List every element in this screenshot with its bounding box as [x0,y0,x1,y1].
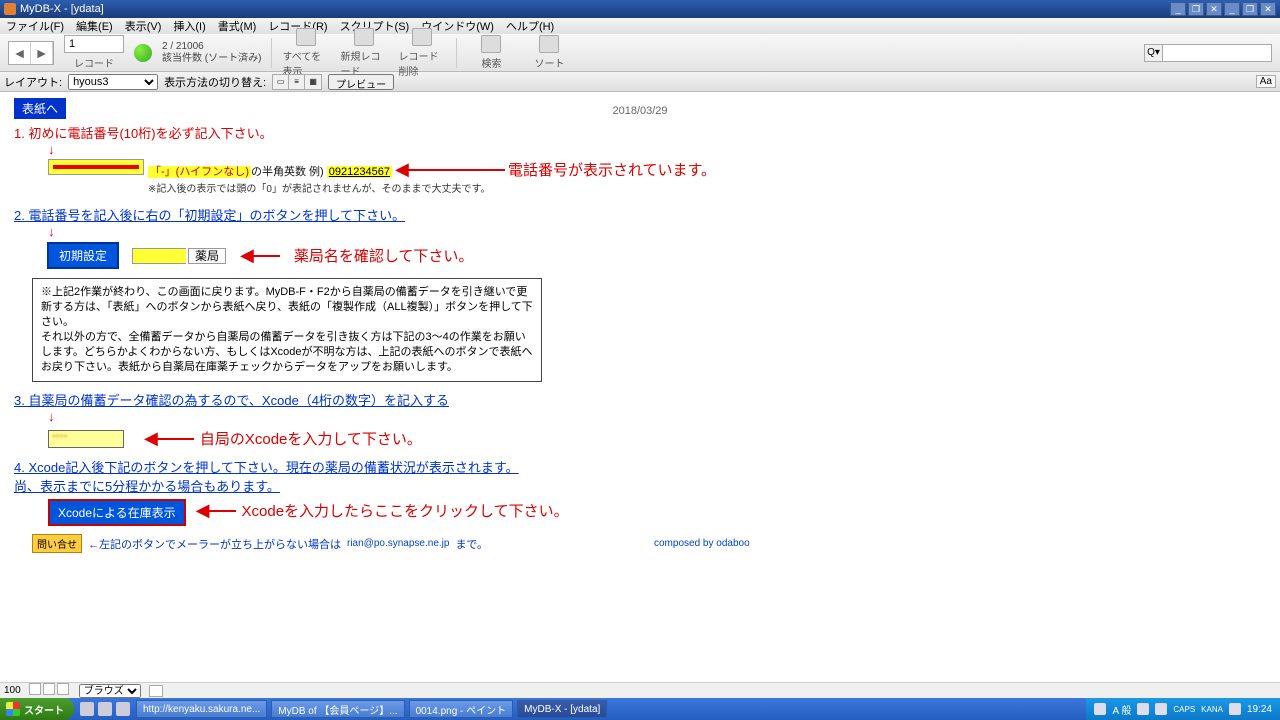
ql-icon[interactable] [80,702,94,716]
preview-button[interactable]: プレビュー [328,74,394,90]
record-number-input[interactable] [64,35,124,53]
tray-icon[interactable] [1137,703,1149,715]
phone-input[interactable] [48,159,144,175]
minimize-button[interactable]: _ [1170,2,1186,16]
record-label: レコード [74,55,114,70]
toolbar-divider [456,38,457,68]
windows-logo-icon [6,702,20,716]
lock-icon [149,685,163,697]
next-record-button[interactable]: ► [31,42,53,64]
annotation-click: Xcodeを入力したらここをクリックして下さい。 [242,500,569,521]
new-record-button[interactable]: 新規レコード [340,28,388,78]
mode-select[interactable]: ブラウズ [79,684,141,698]
view-switch-label: 表示方法の切り替え: [164,74,266,90]
menu-format[interactable]: 書式(M) [218,18,257,34]
search-input[interactable] [1162,44,1272,62]
instruction-box: ※上記2作業が終わり、この画面に戻ります。MyDB-F・F2から自薬局の備蓄デー… [32,278,542,382]
search-icon: Q▾ [1144,44,1162,62]
window-titlebar: MyDB-X - [ydata] _ ❐ ✕ _ ❐ ✕ [0,0,1280,18]
zoom-controls[interactable] [29,683,71,698]
inner-close-button[interactable]: ✕ [1260,2,1276,16]
inner-maximize-button[interactable]: ❐ [1242,2,1258,16]
phone-hint: 「-」(ハイフンなし)の半角英数 例) 0921234567 ◀ 電話番号が表示… [148,159,716,195]
prev-record-button[interactable]: ◄ [9,42,31,64]
tray-icon[interactable] [1094,703,1106,715]
ql-icon[interactable] [98,702,112,716]
toolbar: ◄ ► レコード 2 / 21006 該当件数 (ソート済み) すべてを表示 新… [0,34,1280,72]
date-label: 2018/03/29 [14,105,1266,117]
status-bar: 100 ブラウズ [0,682,1280,698]
cover-tab[interactable]: 表紙へ [14,98,66,119]
inquiry-note: ←左記のボタンでメーラーが立ち上がらない場合は [88,536,341,552]
annotation-phone: 電話番号が表示されています。 [508,162,716,179]
find-button[interactable]: 検索 [467,35,515,70]
toolbar-divider [271,38,272,68]
annotation-pharmacy: 薬局名を確認して下さい。 [294,245,474,266]
step-2: 2. 電話番号を記入後に右の「初期設定」のボタンを押して下さい。 [14,205,1266,224]
app-icon [4,3,16,15]
system-tray: A 般 CAPS KANA 19:24 [1086,698,1280,720]
step-4: 4. Xcode記入後下記のボタンを押して下さい。現在の薬局の備蓄状況が表示され… [14,457,524,495]
xcode-stock-button[interactable]: Xcodeによる在庫表示 [48,499,186,526]
layout-bar: レイアウト: hyous3 表示方法の切り替え: ▭ ≡ ▦ プレビュー Aa [0,72,1280,92]
maximize-button[interactable]: ❐ [1188,2,1204,16]
taskbar-item-active[interactable]: MyDB-X - [ydata] [517,700,607,718]
view-list-button[interactable]: ≡ [289,75,305,89]
composed-by: composed by odaboo [654,538,750,549]
start-button[interactable]: スタート [0,698,74,720]
taskbar-item[interactable]: 0014.png - ペイント [409,700,514,718]
content-area: 表紙へ 2018/03/29 1. 初めに電話番号(10桁)を必ず記入下さい。 … [0,92,1280,692]
text-format-button[interactable]: Aa [1256,75,1276,88]
layout-select[interactable]: hyous3 [68,74,158,90]
clock: 19:24 [1247,704,1272,715]
taskbar-item[interactable]: MyDB of 【会員ページ】... [271,700,404,718]
menu-insert[interactable]: 挿入(I) [173,18,205,34]
annotation-xcode: 自局のXcodeを入力して下さい。 [200,428,422,449]
ql-icon[interactable] [116,702,130,716]
menubar: ファイル(F) 編集(E) 表示(V) 挿入(I) 書式(M) レコード(R) … [0,18,1280,34]
view-toggle: ▭ ≡ ▦ [272,74,322,90]
step-1: 1. 初めに電話番号(10桁)を必ず記入下さい。 [14,123,1266,142]
inquiry-button[interactable]: 問い合せ [32,534,82,553]
record-status-icon [134,44,152,62]
caps-indicator: CAPS [1173,705,1195,714]
show-all-button[interactable]: すべてを表示 [282,28,330,78]
menu-file[interactable]: ファイル(F) [6,18,64,34]
pharmacy-name-field: 薬局 [132,248,226,264]
tray-icon[interactable] [1155,703,1167,715]
view-table-button[interactable]: ▦ [305,75,321,89]
menu-help[interactable]: ヘルプ(H) [506,18,554,34]
xcode-input[interactable]: **** [48,430,124,448]
arrow-down-icon: ↓ [48,142,1266,157]
menu-edit[interactable]: 編集(E) [76,18,113,34]
tray-icon[interactable] [1229,703,1241,715]
record-nav: ◄ ► [8,41,54,65]
step-3: 3. 自薬局の備蓄データ確認の為するので、Xcode（4桁の数字）を記入する [14,390,1266,409]
menu-view[interactable]: 表示(V) [125,18,162,34]
inner-minimize-button[interactable]: _ [1224,2,1240,16]
window-title: MyDB-X - [ydata] [20,3,104,15]
delete-record-button[interactable]: レコード削除 [398,28,446,78]
view-form-button[interactable]: ▭ [273,75,289,89]
arrow-down-icon: ↓ [48,224,1266,239]
sort-button[interactable]: ソート [525,35,573,70]
record-status: 2 / 21006 該当件数 (ソート済み) [162,41,261,65]
kana-indicator: KANA [1201,705,1223,714]
zoom-level: 100 [4,685,21,696]
arrow-down-icon: ↓ [48,409,1266,424]
taskbar: スタート http://kenyaku.sakura.ne... MyDB of… [0,698,1280,720]
layout-label: レイアウト: [4,74,62,90]
close-button[interactable]: ✕ [1206,2,1222,16]
quick-launch [74,702,136,716]
ime-status[interactable]: A 般 [1112,702,1131,717]
taskbar-item[interactable]: http://kenyaku.sakura.ne... [136,700,267,718]
init-settings-button[interactable]: 初期設定 [48,243,118,268]
email-link[interactable]: rian@po.synapse.ne.jp [347,538,449,549]
